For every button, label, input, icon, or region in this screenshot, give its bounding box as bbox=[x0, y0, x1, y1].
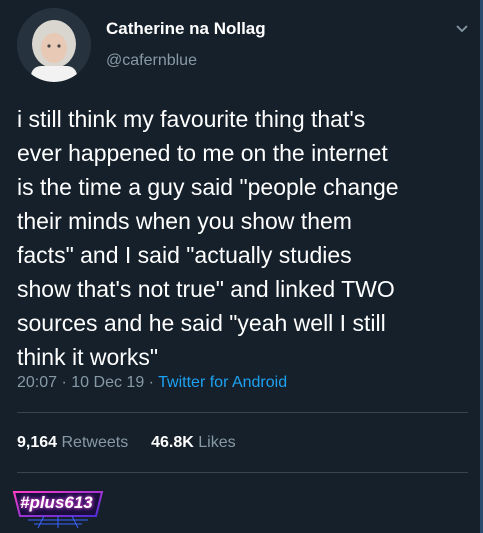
tweet-text-line: their minds when you show them bbox=[17, 208, 352, 234]
watermark-logo: #plus613 bbox=[8, 486, 108, 530]
tweet-text-line: show that's not true" and linked TWO bbox=[17, 276, 395, 302]
tweet-text-line: sources and he said "yeah well I still bbox=[17, 310, 386, 336]
divider bbox=[17, 472, 468, 473]
tweet-stats: 9,164 Retweets 46.8K Likes bbox=[17, 434, 236, 452]
tweet-text-line: think it works" bbox=[17, 344, 159, 370]
likes-count: 46.8K bbox=[151, 434, 194, 451]
tweet-text: i still think my favourite thing that's … bbox=[17, 102, 472, 374]
tweet-date[interactable]: 10 Dec 19 bbox=[71, 374, 144, 391]
retweets-count: 9,164 bbox=[17, 434, 58, 451]
avatar[interactable] bbox=[17, 8, 91, 82]
tweet-meta: 20:07 · 10 Dec 19 · Twitter for Android bbox=[17, 374, 287, 392]
user-handle[interactable]: @cafernblue bbox=[106, 52, 197, 70]
retweets-label: Retweets bbox=[61, 434, 129, 451]
tweet-source-link[interactable]: Twitter for Android bbox=[158, 374, 287, 391]
meta-separator: · bbox=[61, 374, 72, 391]
tweet-text-line: facts" and I said "actually studies bbox=[17, 242, 352, 268]
likes-stat[interactable]: 46.8K Likes bbox=[151, 434, 236, 451]
divider bbox=[17, 412, 468, 413]
display-name[interactable]: Catherine na Nollag bbox=[106, 19, 266, 39]
tweet-text-line: ever happened to me on the internet bbox=[17, 140, 388, 166]
watermark-text: #plus613 bbox=[20, 493, 93, 512]
meta-separator: · bbox=[148, 374, 159, 391]
tweet-text-line: i still think my favourite thing that's bbox=[17, 106, 366, 132]
likes-label: Likes bbox=[198, 434, 236, 451]
tweet-time[interactable]: 20:07 bbox=[17, 374, 57, 391]
retweets-stat[interactable]: 9,164 Retweets bbox=[17, 434, 133, 451]
chevron-down-icon[interactable] bbox=[452, 19, 472, 39]
tweet-text-line: is the time a guy said "people change bbox=[17, 174, 399, 200]
